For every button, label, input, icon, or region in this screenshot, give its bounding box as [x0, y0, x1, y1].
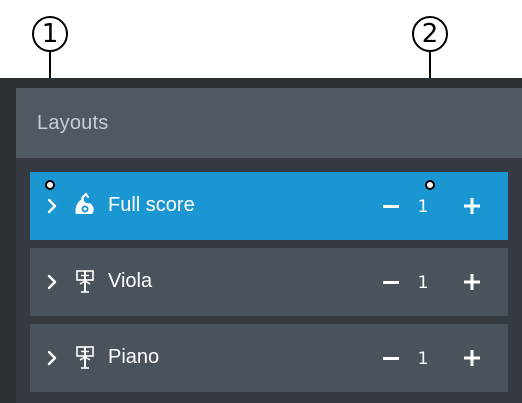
decrease-copies-button[interactable]	[380, 192, 402, 220]
chevron-right-icon[interactable]	[44, 346, 62, 370]
part-layout-icon	[76, 270, 94, 293]
full-score-icon	[75, 192, 94, 214]
layout-row-label: Piano	[108, 346, 160, 368]
copies-count: 1	[417, 273, 429, 293]
layouts-list: Full score 1 Viola 1 Piano 1	[16, 158, 522, 403]
decrease-copies-button[interactable]	[380, 268, 402, 296]
callout-1: 1	[32, 16, 68, 52]
callout-2: 2	[412, 16, 448, 52]
increase-copies-button[interactable]	[460, 344, 484, 372]
increase-copies-button[interactable]	[460, 192, 484, 220]
callout-2-number: 2	[421, 19, 439, 49]
layouts-panel-header[interactable]: Layouts	[16, 88, 522, 158]
layout-row-viola[interactable]: Viola 1	[30, 248, 508, 316]
plus-icon	[464, 198, 480, 214]
layout-row-label: Viola	[108, 270, 153, 292]
chevron-right-icon[interactable]	[44, 194, 62, 218]
layout-row-piano[interactable]: Piano 1	[30, 324, 508, 392]
layout-row-label: Full score	[108, 194, 195, 216]
minus-icon	[383, 356, 399, 360]
callout-1-pointer-dot	[45, 180, 55, 190]
layout-row-full-score[interactable]: Full score 1	[30, 172, 508, 240]
plus-icon	[464, 274, 480, 290]
decrease-copies-button[interactable]	[380, 344, 402, 372]
minus-icon	[383, 204, 399, 208]
plus-icon	[464, 350, 480, 366]
screenshot-page: 1 2 Layouts Full score 1 Viola 1 Piano 1	[0, 0, 522, 403]
increase-copies-button[interactable]	[460, 268, 484, 296]
callout-2-pointer-dot	[425, 180, 435, 190]
copies-count: 1	[417, 349, 429, 369]
chevron-right-icon[interactable]	[44, 270, 62, 294]
layouts-panel: Layouts Full score 1 Viola 1 Piano 1	[0, 78, 522, 403]
callout-1-number: 1	[41, 19, 59, 49]
minus-icon	[383, 280, 399, 284]
copies-count: 1	[417, 197, 429, 217]
layouts-panel-title: Layouts	[37, 111, 109, 134]
part-layout-icon	[76, 346, 94, 369]
